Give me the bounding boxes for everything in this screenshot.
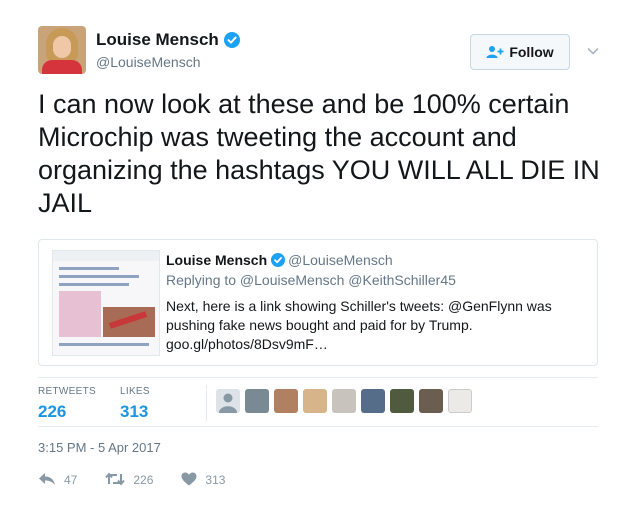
like-button[interactable]: 313 [181,472,225,489]
follow-button-label: Follow [509,44,554,60]
liker-avatar[interactable] [245,389,269,413]
liker-avatar[interactable] [216,389,240,413]
likes-label: LIKES [120,386,150,397]
liker-avatar[interactable] [332,389,356,413]
reply-icon [38,472,64,489]
tweet-header: Louise Mensch @LouiseMensch Follow [38,24,600,80]
reply-count: 47 [64,473,78,487]
liker-avatar[interactable] [274,389,298,413]
tweet-text: I can now look at these and be 100% cert… [38,89,600,218]
like-count: 313 [205,473,226,487]
quoted-reply-to: Replying to @LouiseMensch @KeithSchiller… [166,272,456,288]
chevron-down-icon[interactable] [586,44,600,58]
follow-button[interactable]: Follow [470,34,570,70]
tweet-timestamp[interactable]: 3:15 PM - 5 Apr 2017 [38,440,161,455]
likes-count: 313 [120,402,149,421]
stats-divider [206,385,207,421]
likers-avatars [216,389,477,413]
quoted-tweet-image[interactable] [52,250,160,356]
tweet-actions: 47 226 313 [38,470,253,490]
liker-avatar[interactable] [448,389,472,413]
author-avatar[interactable] [38,26,86,74]
quoted-tweet[interactable]: Louise Mensch @LouiseMensch Replying to … [38,239,598,366]
likes-stat[interactable]: LIKES 313 [120,386,150,422]
retweet-count: 226 [133,473,154,487]
liker-avatar[interactable] [419,389,443,413]
tweet-stats: RETWEETS 226 LIKES 313 [38,377,598,427]
author-display-name[interactable]: Louise Mensch [96,30,219,50]
retweet-button[interactable]: 226 [105,471,154,489]
retweet-icon [105,471,133,489]
retweets-count: 226 [38,402,67,421]
liker-avatar[interactable] [390,389,414,413]
retweets-label: RETWEETS [38,386,96,397]
liker-avatar[interactable] [303,389,327,413]
quoted-author-name: Louise Mensch [166,252,268,268]
author-handle[interactable]: @LouiseMensch [96,54,201,70]
verified-badge-icon [223,32,240,48]
liker-avatar[interactable] [361,389,385,413]
author-name-row: Louise Mensch [96,30,240,50]
heart-icon [181,472,205,489]
retweets-stat[interactable]: RETWEETS 226 [38,386,96,422]
verified-badge-icon [271,253,286,267]
add-person-icon [486,45,504,59]
quoted-tweet-text: Next, here is a link showing Schiller's … [166,298,552,352]
quoted-tweet-author: Louise Mensch @LouiseMensch [166,252,393,268]
reply-button[interactable]: 47 [38,472,77,489]
quoted-author-handle: @LouiseMensch [288,252,393,268]
